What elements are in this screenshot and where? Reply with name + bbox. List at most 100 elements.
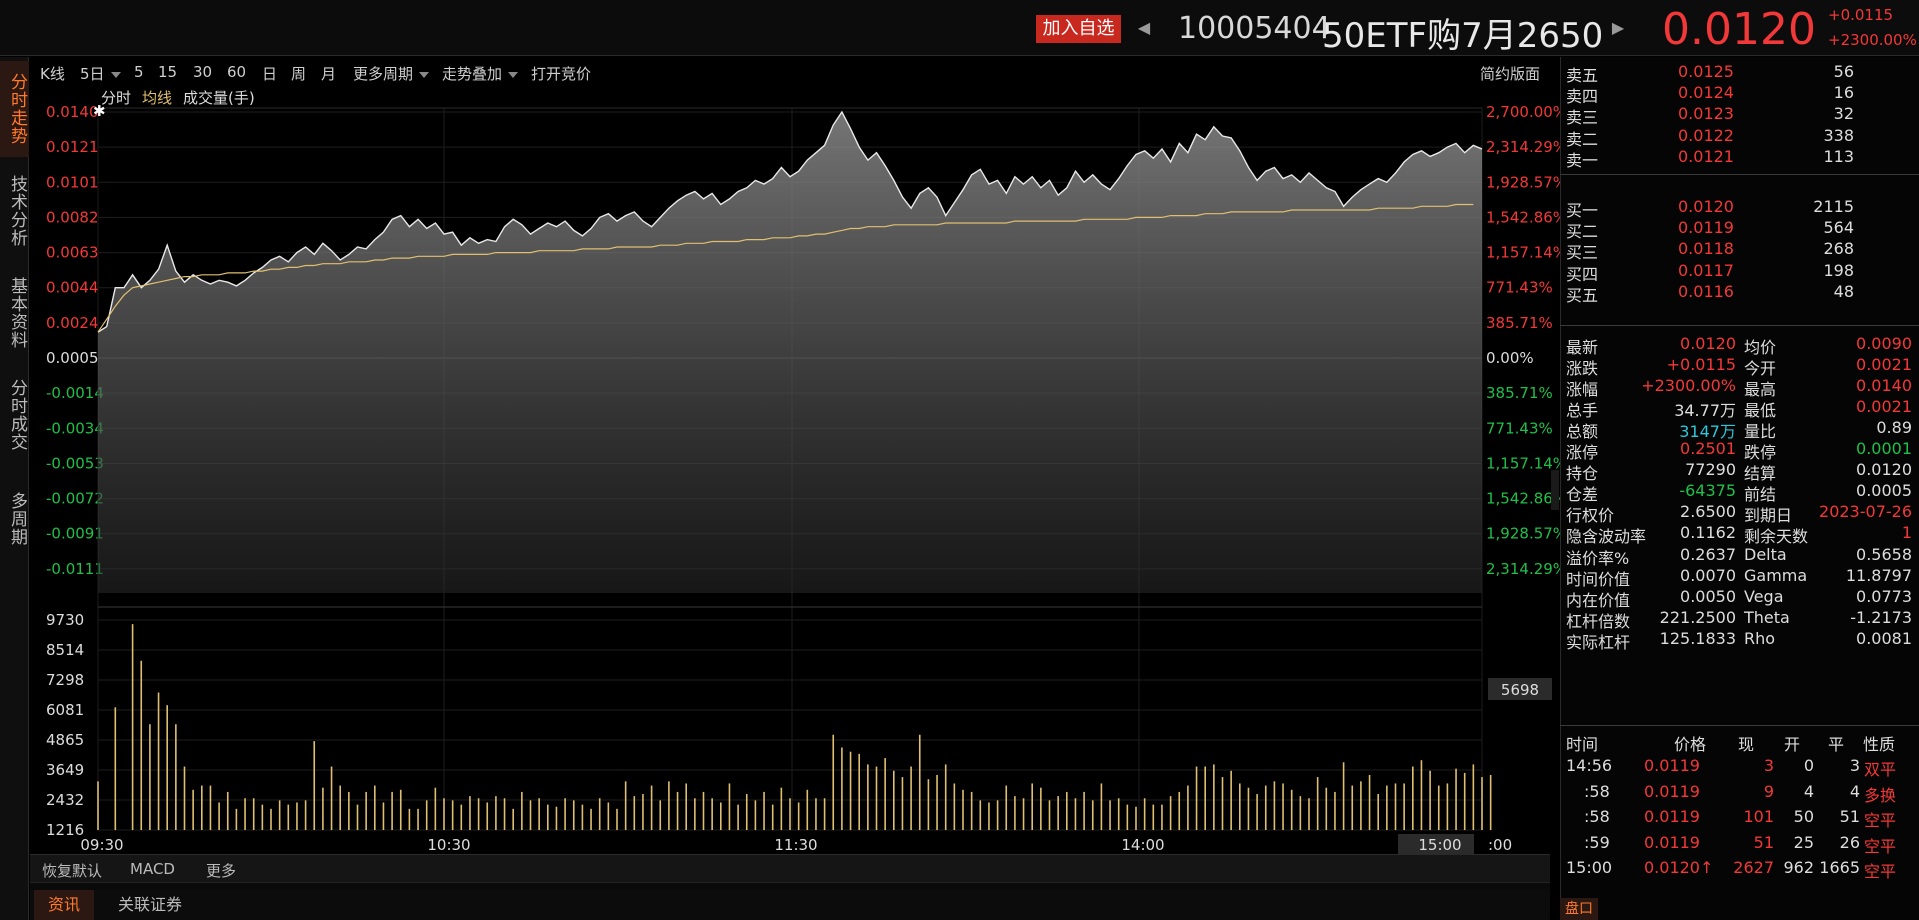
footer-tabs: 资讯 关联证券	[30, 890, 1550, 920]
buy-level-price: 0.0116	[1678, 281, 1734, 301]
pct-axis-label: 0.00%	[1486, 349, 1534, 367]
pct-axis-label: 1,542.86%	[1486, 208, 1560, 226]
trade-row[interactable]: 15:00 0.0120↑ 2627 962 1665 空平	[1566, 858, 1916, 882]
time-axis-label: :00	[1488, 836, 1512, 854]
sell-level-volume: 56	[1833, 62, 1854, 81]
trade-nature: 空平	[1864, 836, 1897, 856]
quote-label: 实际杠杆	[1566, 632, 1631, 652]
col-price: 价格	[1674, 735, 1707, 754]
pct-axis-label: 771.43%	[1486, 419, 1553, 437]
trade-current: 3	[1763, 756, 1774, 775]
time-axis-label: 15:00	[1418, 836, 1461, 854]
trade-row[interactable]: :58 0.0119 101 50 51 空平	[1566, 807, 1916, 831]
quote-value: 0.0050	[1680, 586, 1736, 606]
quote-value: 0.0005	[1856, 481, 1912, 501]
orderbook-toggle-button[interactable]: 盘口	[1560, 898, 1598, 920]
trade-close: 51	[1839, 807, 1860, 827]
quote-value: 0.0021	[1856, 397, 1912, 417]
quote-value: 11.8797	[1845, 565, 1912, 585]
pct-axis-label: 385.71%	[1486, 384, 1553, 402]
pct-axis-label: 1,928.57%	[1486, 173, 1560, 191]
sep-quote-trades	[1560, 725, 1919, 726]
col-current: 现	[1738, 735, 1755, 754]
sell-level-price: 0.0123	[1678, 104, 1734, 124]
price-axis-label: 0.0121	[46, 138, 99, 156]
trade-nature: 空平	[1864, 862, 1897, 882]
buy-level-volume: 268	[1823, 239, 1854, 259]
col-close: 平	[1828, 735, 1845, 754]
quote-label: Theta	[1744, 607, 1790, 627]
trade-close: 3	[1849, 756, 1860, 775]
trade-row[interactable]: :59 0.0119 51 25 26 空平	[1566, 833, 1916, 857]
quote-value: 0.0021	[1856, 355, 1912, 375]
pct-axis-label: 1,157.14%	[1486, 244, 1560, 262]
quote-value: 0.0081	[1856, 628, 1912, 648]
time-axis-label: 09:30	[80, 836, 123, 854]
quote-value: 1	[1901, 523, 1912, 543]
macd-button[interactable]: MACD	[130, 860, 175, 878]
orderbook-buy-row[interactable]: 买五 0.0116 48	[1566, 282, 1916, 306]
quote-label: Gamma	[1744, 565, 1808, 585]
price-axis-label: -0.0111	[46, 560, 104, 578]
quote-value: 0.2501	[1680, 439, 1736, 459]
col-open: 开	[1784, 735, 1801, 754]
buy-level-price: 0.0117	[1678, 260, 1734, 280]
volume-axis-label: 3649	[46, 761, 84, 779]
trade-price: 0.0119	[1644, 832, 1700, 852]
trade-row[interactable]: 14:56 0.0119 3 0 3 双平	[1566, 756, 1916, 780]
pct-axis-label: 2,314.29%	[1486, 560, 1560, 578]
tab-news[interactable]: 资讯	[34, 890, 95, 920]
tab-related-securities[interactable]: 关联证券	[104, 890, 196, 920]
quote-value: 0.0120	[1856, 460, 1912, 480]
quote-value: -1.2173	[1850, 607, 1912, 627]
orderbook-sell-row[interactable]: 卖一 0.0121 113	[1566, 147, 1916, 171]
time-axis-label: 14:00	[1121, 836, 1164, 854]
pct-axis-label: 771.43%	[1486, 279, 1553, 297]
sep-sell-buy	[1560, 174, 1919, 175]
trade-row[interactable]: :58 0.0119 9 4 4 多换	[1566, 782, 1916, 806]
pct-axis-label: 2,314.29%	[1486, 138, 1560, 156]
trade-current: 51	[1753, 832, 1774, 852]
quote-value: 0.0070	[1680, 565, 1736, 585]
sell-level-price: 0.0125	[1678, 62, 1734, 81]
sep-book-quote	[1560, 325, 1919, 326]
price-axis-label: 0.0024	[46, 314, 99, 332]
price-axis-label: -0.0034	[46, 419, 104, 437]
col-nature: 性质	[1863, 735, 1896, 754]
sell-level-volume: 338	[1823, 125, 1854, 145]
panel-collapse-handle[interactable]	[1551, 470, 1559, 510]
buy-level-price: 0.0120	[1678, 197, 1734, 216]
volume-axis-label: 9730	[46, 611, 84, 629]
timeshare-chart[interactable]: 0.0140 2,700.00% 0.0121 2,314.29% 0.0101 1,92…	[0, 0, 1560, 854]
price-axis-label: -0.0014	[46, 384, 104, 402]
quote-value: 0.0120	[1680, 334, 1736, 353]
price-axis-label: 0.0101	[46, 173, 99, 191]
trade-time: :59	[1584, 832, 1610, 852]
more-indicators-button[interactable]: 更多	[206, 860, 236, 881]
next-security-icon[interactable]: ▶	[1608, 15, 1628, 41]
buy-level-price: 0.0118	[1678, 239, 1734, 259]
buy-level-price: 0.0119	[1678, 218, 1734, 238]
last-price: 0.0120	[1662, 4, 1816, 55]
sell-level-volume: 32	[1833, 104, 1854, 124]
trade-time: :58	[1584, 781, 1610, 801]
price-axis-label: 0.0140	[46, 103, 99, 121]
restore-default-button[interactable]: 恢复默认	[42, 860, 102, 881]
quote-value: -64375	[1679, 481, 1736, 501]
time-axis-label: 11:30	[774, 836, 817, 854]
sell-level-label: 卖一	[1566, 150, 1599, 170]
quote-value: +0.0115	[1666, 355, 1736, 375]
buy-level-volume: 198	[1823, 260, 1854, 280]
trade-price: 0.0119	[1644, 756, 1700, 775]
buy-level-volume: 48	[1833, 281, 1854, 301]
quote-label: Delta	[1744, 544, 1787, 564]
volume-cursor-label: 5698	[1501, 681, 1539, 699]
trade-nature: 多换	[1864, 785, 1897, 805]
quote-value: 0.89	[1876, 418, 1912, 438]
pct-axis-label: 1,928.57%	[1486, 525, 1560, 543]
trade-time: :58	[1584, 807, 1610, 827]
quote-label: Vega	[1744, 586, 1784, 606]
panel-splitter[interactable]	[30, 882, 1550, 890]
trade-nature: 空平	[1864, 811, 1897, 831]
quote-value: 0.0773	[1856, 586, 1912, 606]
